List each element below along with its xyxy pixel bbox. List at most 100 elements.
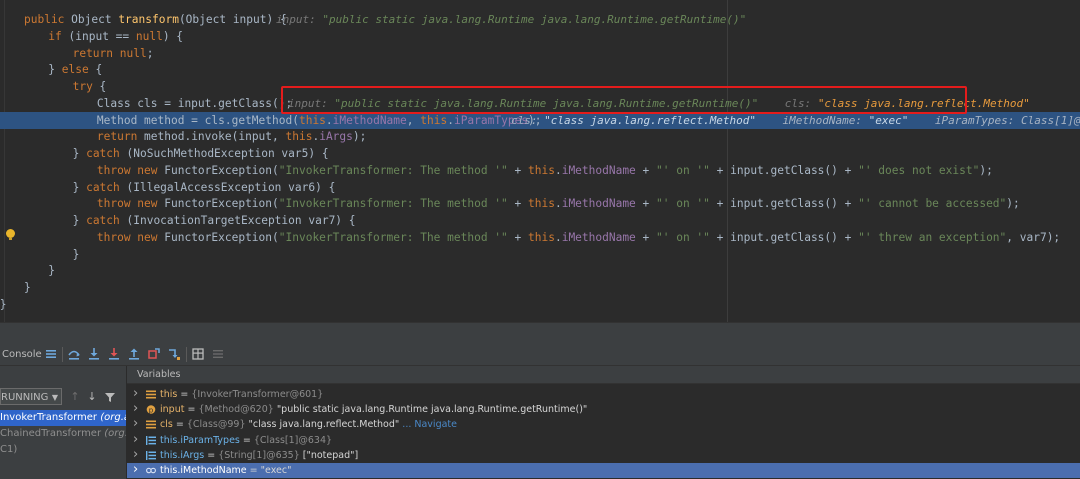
variable-name: this.iMethodName <box>160 465 247 476</box>
code-token: ); <box>352 130 367 144</box>
variable-separator: = <box>204 449 219 461</box>
inline-debug-token: "exec" <box>868 113 909 127</box>
code-line[interactable]: Class cls = input.getClass(); input: "pub… <box>0 95 1080 112</box>
code-line[interactable]: } else { <box>0 61 1080 78</box>
variable-row[interactable]: › cls = {Class@99} "class java.lang.refle… <box>127 417 1080 432</box>
filter-icon[interactable] <box>104 390 116 404</box>
variable-type: {String[1]@635} <box>218 449 300 461</box>
code-token: "' on '" <box>656 163 710 177</box>
menu-lines-icon[interactable] <box>44 347 58 361</box>
code-line[interactable]: public Object transform(Object input) {i… <box>0 11 1080 28</box>
code-line[interactable]: throw new FunctorException("InvokerTrans… <box>0 229 1080 246</box>
code-line[interactable]: } <box>0 246 1080 263</box>
code-token: catch <box>86 147 127 160</box>
svg-text:p: p <box>149 406 154 414</box>
variable-text: this.iArgs = {String[1]@635} ["notepad"] <box>160 448 358 463</box>
stack-frame[interactable]: ChainedTransformer (org.apa <box>0 426 126 442</box>
code-token: ); <box>979 163 993 177</box>
code-text: } <box>73 246 80 263</box>
step-out-icon[interactable] <box>127 347 141 361</box>
tab-console[interactable]: Console <box>2 344 42 365</box>
chevron-right-icon[interactable]: › <box>133 402 138 416</box>
code-text: throw new FunctorException("InvokerTrans… <box>97 162 993 179</box>
frame-location: (org.apa <box>100 412 126 423</box>
thread-selector[interactable]: RUNNING ▼ <box>0 388 62 405</box>
frame-method: InvokerTransformer <box>0 412 98 423</box>
chevron-right-icon[interactable]: › <box>133 463 138 477</box>
code-line[interactable]: Method method = cls.getMethod(this.iMeth… <box>0 111 1080 129</box>
code-token: iMethodName <box>561 230 636 244</box>
navigate-link[interactable]: ... Navigate <box>399 419 457 430</box>
force-step-into-icon[interactable] <box>107 347 121 361</box>
evaluate-table-icon[interactable] <box>191 347 205 361</box>
run-to-cursor-icon[interactable] <box>167 347 181 361</box>
code-token: "' does not exist" <box>858 163 980 177</box>
code-line[interactable]: } catch (InvocationTargetException var7)… <box>0 212 1080 229</box>
stack-frame[interactable]: InvokerTransformer (org.apa <box>0 410 126 426</box>
code-token: + input.getClass() + <box>709 163 859 177</box>
arrow-up-icon[interactable]: ↑ <box>69 390 81 404</box>
code-line[interactable]: try { <box>0 78 1080 95</box>
frame-method: C1) <box>0 444 18 455</box>
code-line[interactable]: } <box>0 262 1080 279</box>
variable-row[interactable]: › this.iArgs = {String[1]@635} ["notepad"… <box>127 447 1080 463</box>
code-token: "InvokerTransformer: The method '" <box>278 230 508 244</box>
code-token: this <box>285 130 313 144</box>
code-token: + <box>635 230 657 244</box>
chevron-right-icon[interactable]: › <box>133 447 138 462</box>
variables-header: Variables <box>127 366 1080 384</box>
code-token: return null <box>72 46 147 60</box>
code-editor[interactable]: public Object transform(Object input) {i… <box>0 0 1080 322</box>
variable-row[interactable]: › p input = {Method@620} "public static ja… <box>127 402 1080 417</box>
drop-frame-icon[interactable] <box>147 347 161 361</box>
code-token: this <box>298 113 326 127</box>
code-token: throw new <box>96 230 165 244</box>
code-text: } <box>0 296 6 313</box>
chevron-right-icon[interactable]: › <box>133 417 138 431</box>
step-over-icon[interactable] <box>67 347 81 361</box>
code-text: throw new FunctorException("InvokerTrans… <box>97 195 1020 212</box>
code-token: ) { <box>162 29 184 43</box>
code-text: } <box>48 262 55 279</box>
inline-debug-value: cls: "class java.lang.reflect.Method" iM… <box>511 112 1080 129</box>
code-token: . <box>325 113 333 127</box>
chevron-right-icon[interactable]: › <box>133 432 138 447</box>
code-line[interactable]: return method.invoke(input, this.iArgs); <box>0 128 1080 145</box>
chevron-right-icon[interactable]: › <box>133 387 138 401</box>
code-token: + <box>635 163 657 177</box>
code-line[interactable]: } <box>0 296 1080 313</box>
variable-row[interactable]: › this.iParamTypes = {Class[1]@634} <box>127 432 1080 448</box>
frames-panel: RUNNING ▼ ↑ ↓ InvokerTransformer (org.ap… <box>0 366 127 479</box>
code-token: FunctorException( <box>164 197 279 211</box>
panel-splitter[interactable] <box>0 322 1080 345</box>
variable-row[interactable]: › this.iMethodName = "exec" <box>127 463 1080 478</box>
code-token: Class cls = input.getClass(); <box>96 96 293 110</box>
code-token: else <box>61 63 96 77</box>
variable-separator: = <box>177 389 192 400</box>
code-token: (IllegalAccessException var6) { <box>126 180 336 194</box>
code-token: iMethodName <box>561 197 636 211</box>
code-token: FunctorException( <box>164 163 279 177</box>
code-line[interactable]: if (input == null) { <box>0 28 1080 45</box>
code-token: } <box>48 63 62 77</box>
code-line[interactable]: } <box>0 279 1080 296</box>
code-line[interactable]: } catch (IllegalAccessException var6) { <box>0 179 1080 196</box>
code-token: + input.getClass() + <box>709 197 859 211</box>
lightbulb-icon[interactable] <box>6 229 15 240</box>
code-token: "' cannot be accessed" <box>858 197 1007 211</box>
variable-name: this.iParamTypes <box>160 434 240 446</box>
inline-debug-token: input: <box>276 13 323 26</box>
stack-frame[interactable]: C1) <box>0 442 126 458</box>
code-token: null <box>135 29 163 43</box>
layout-settings-icon[interactable] <box>211 347 225 361</box>
arrow-down-icon[interactable]: ↓ <box>86 390 98 404</box>
variable-row[interactable]: › this = {InvokerTransformer@601} <box>127 387 1080 402</box>
code-line[interactable]: throw new FunctorException("InvokerTrans… <box>0 162 1080 179</box>
code-token: (NoSuchMethodException var5) { <box>126 147 329 160</box>
variable-text: input = {Method@620} "public static java… <box>160 402 587 417</box>
code-line[interactable]: throw new FunctorException("InvokerTrans… <box>0 195 1080 212</box>
step-into-icon[interactable] <box>87 347 101 361</box>
code-line[interactable]: } catch (NoSuchMethodException var5) { <box>0 145 1080 162</box>
code-line[interactable]: return null; <box>0 45 1080 62</box>
code-token: { <box>99 80 107 93</box>
